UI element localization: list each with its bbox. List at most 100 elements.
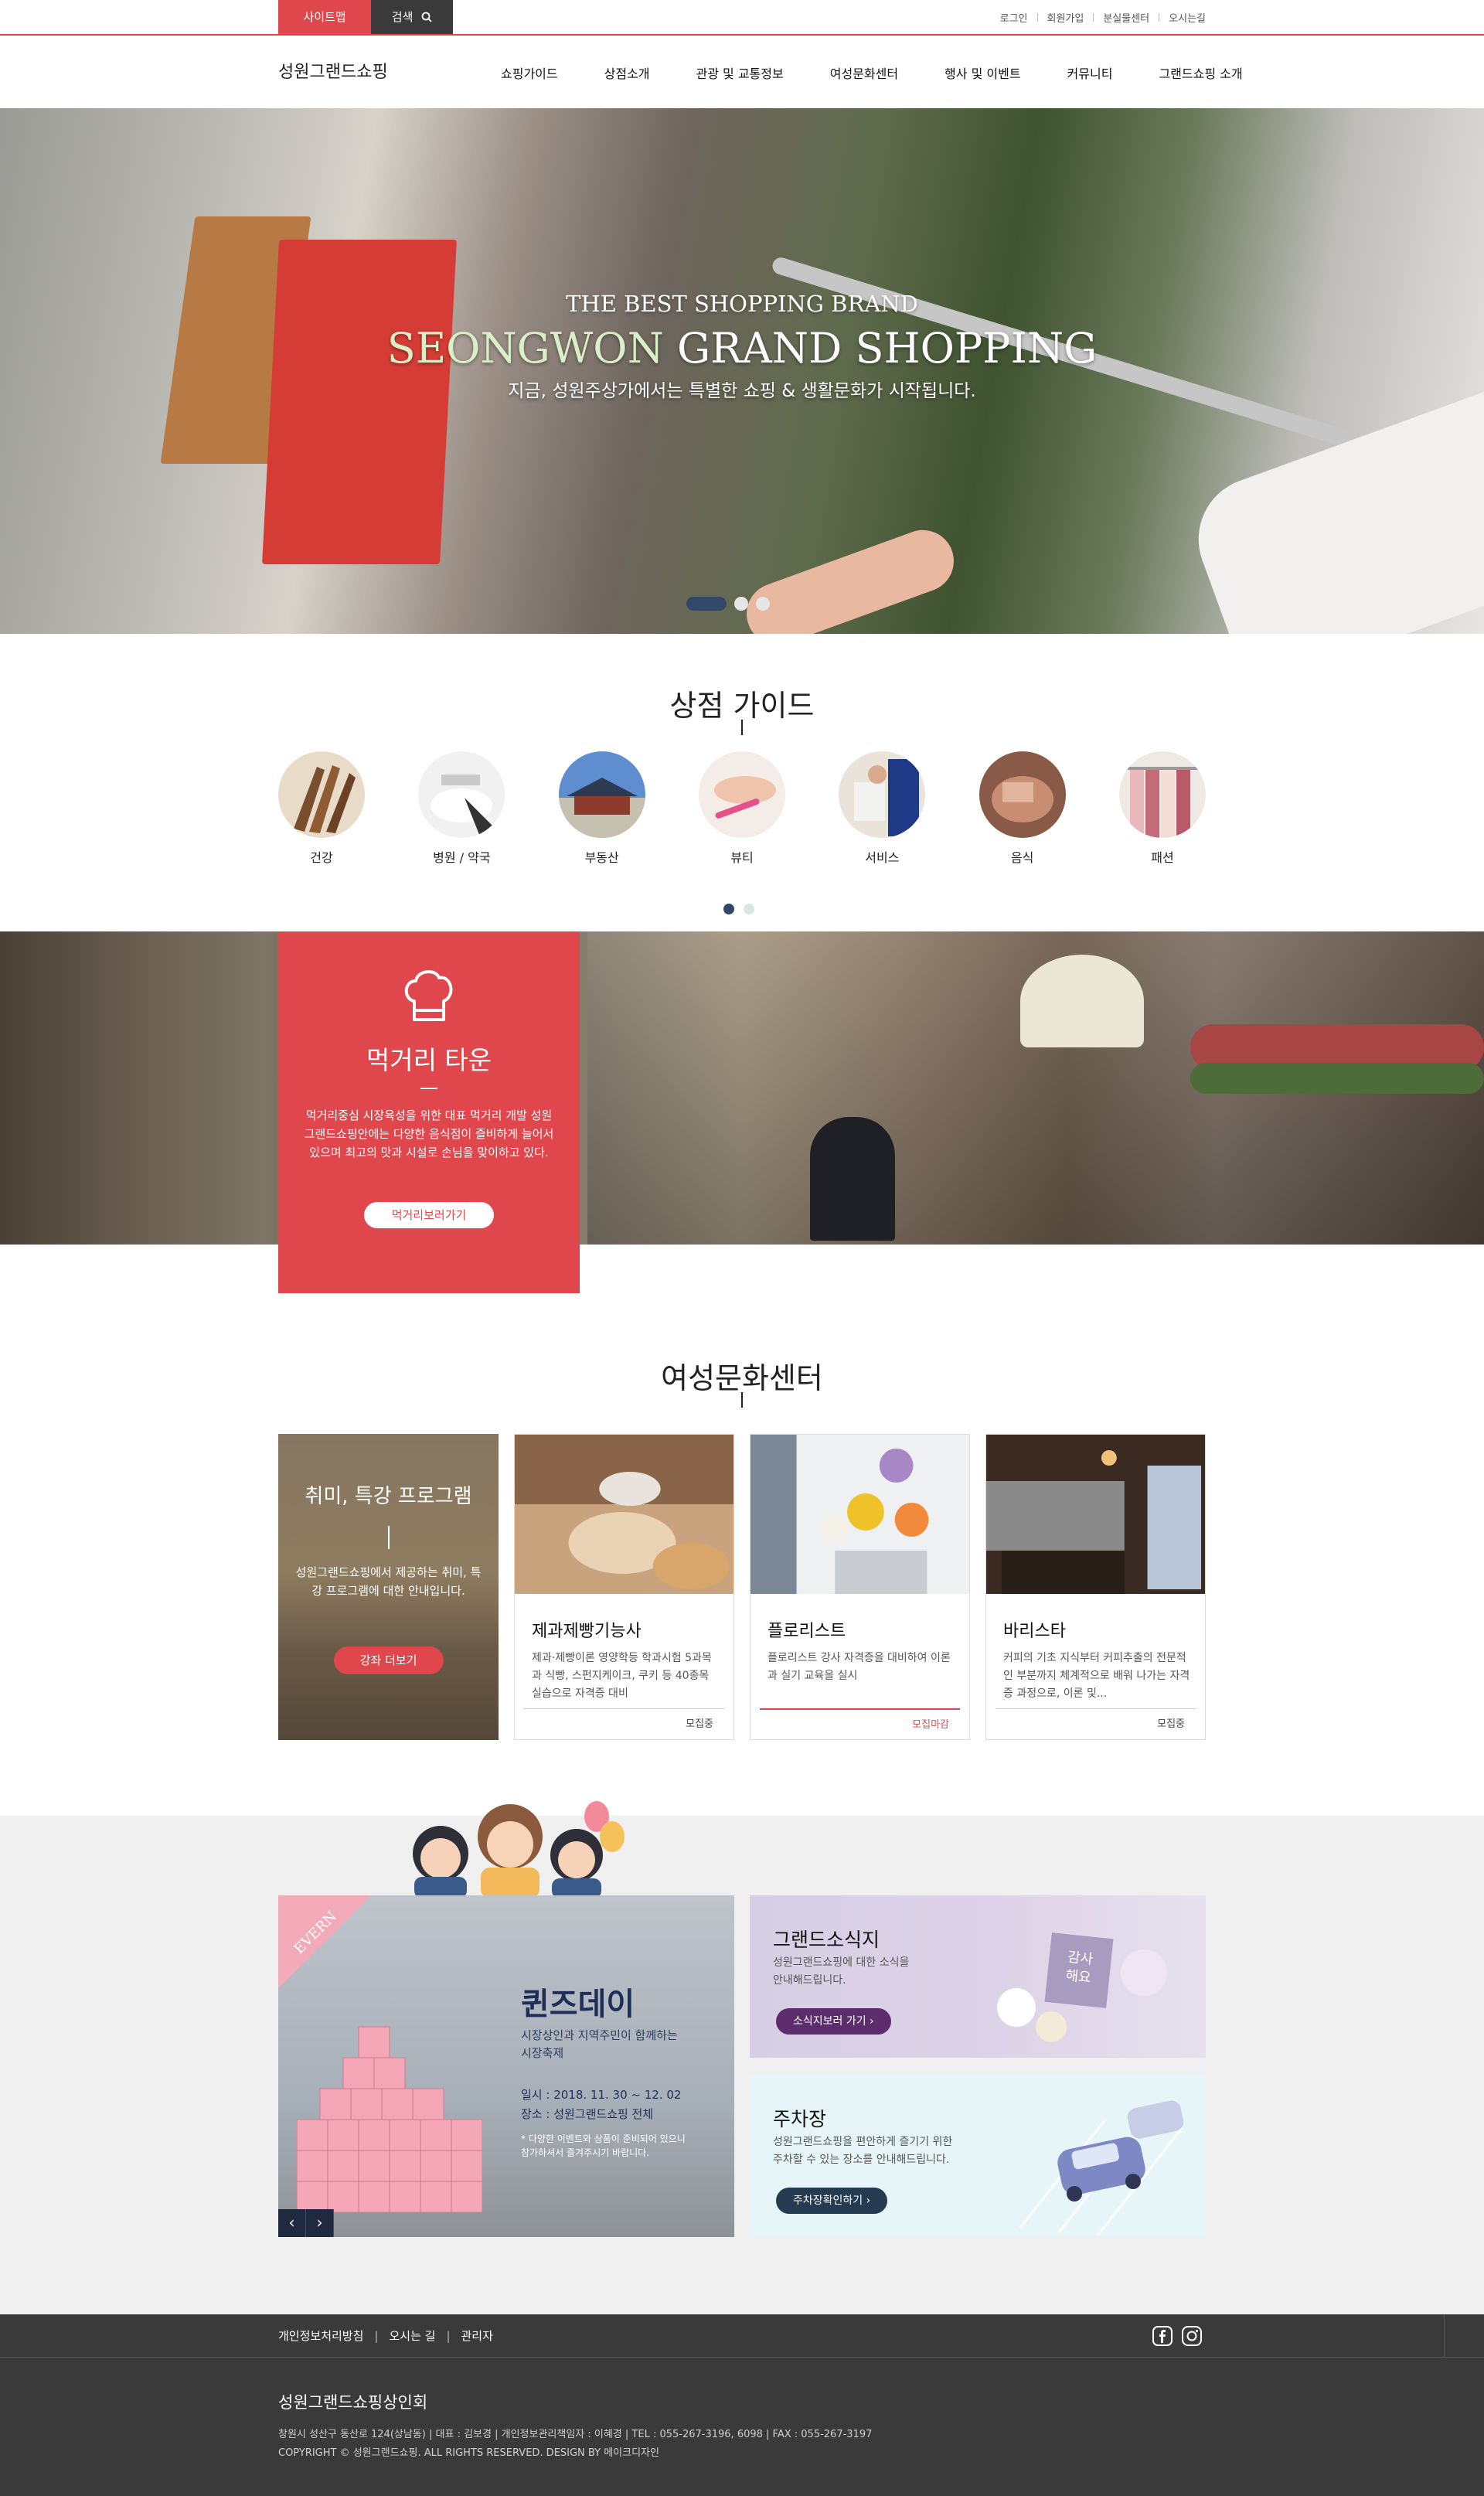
program-intro-title: 취미, 특강 프로그램 [305, 1485, 472, 1508]
menu-community[interactable]: 커뮤니티 [1044, 63, 1136, 82]
newsletter-banner: 감사 해요 그랜드소식지 성원그랜드쇼핑에 대한 소식을 안내해드립니다. 소식… [750, 1895, 1206, 2058]
hero-title: SEONGWON GRAND SHOPPING [0, 325, 1484, 373]
parking-title: 주차장 [773, 2108, 827, 2130]
course-photo-barista [986, 1435, 1205, 1594]
hero-photo-bag [261, 240, 458, 564]
women-center-cards: 취미, 특강 프로그램 성원그랜드쇼핑에서 제공하는 취미, 특강 프로그램에 … [278, 1434, 1206, 1740]
parking-desc: 성원그랜드쇼핑을 편안하게 즐기기 위한 주차할 수 있는 장소를 안내해드립니… [773, 2136, 953, 2166]
hero-text: THE BEST SHOPPING BRAND SEONGWON GRAND S… [0, 291, 1484, 402]
menu-women-culture[interactable]: 여성문화센터 [807, 63, 921, 82]
hero-dot[interactable] [734, 597, 748, 611]
program-intro-desc: 성원그랜드쇼핑에서 제공하는 취미, 특강 프로그램에 대한 안내입니다. [295, 1565, 482, 1598]
menu-tourism-transport[interactable]: 관광 및 교통정보 [673, 63, 807, 82]
guide-item-beauty[interactable]: 뷰티 [698, 751, 785, 866]
food-town-button[interactable]: 먹거리보러가기 [364, 1202, 494, 1228]
hero-dot[interactable] [756, 597, 770, 611]
gift-boxes-illustration [297, 2026, 482, 2213]
menu-store-intro[interactable]: 상점소개 [581, 63, 673, 82]
hero-title-accent: SEONGWON [386, 324, 664, 373]
guide-photo-beauty [698, 751, 785, 838]
top-bar: 사이트맵 검색 로그인 회원가입 분실물센터 오시는길 [0, 0, 1484, 36]
event-corner-ribbon [278, 1895, 371, 1988]
guide-photo-realestate [558, 751, 645, 838]
event-title: 퀸즈데이 [521, 1987, 635, 2022]
guide-photo-service [839, 751, 926, 838]
flower-illustration [997, 1988, 1036, 2027]
guide-photo-food [979, 751, 1066, 838]
menu-about[interactable]: 그랜드쇼핑 소개 [1135, 63, 1265, 82]
search-button[interactable]: 검색 [371, 0, 453, 34]
newsletter-title: 그랜드소식지 [773, 1929, 880, 1951]
hero-dot-active[interactable] [686, 597, 727, 611]
guide-item-health[interactable]: 건강 [278, 751, 365, 866]
utility-links: 로그인 회원가입 분실물센터 오시는길 [1000, 0, 1206, 34]
thanks-card-illustration: 감사 해요 [1044, 1932, 1114, 2008]
guide-title: 상점 가이드 [0, 682, 1484, 735]
hero-pager [686, 597, 770, 611]
food-town-desc: 먹거리중심 시장육성을 위한 대표 먹거리 개발 성원그랜드쇼핑안에는 다양한 … [304, 1108, 554, 1159]
food-town-banner [0, 931, 1484, 1245]
hero-title-rest: GRAND SHOPPING [663, 324, 1098, 373]
menu-events[interactable]: 행사 및 이벤트 [921, 63, 1044, 82]
program-intro-card: 취미, 특강 프로그램 성원그랜드쇼핑에서 제공하는 취미, 특강 프로그램에 … [278, 1434, 499, 1740]
guide-dot-active[interactable] [723, 904, 734, 914]
sitemap-button[interactable]: 사이트맵 [278, 0, 371, 34]
next-arrow-button[interactable]: › [306, 2209, 334, 2237]
guide-photo-hospital [418, 751, 505, 838]
lost-found-link[interactable]: 분실물센터 [1103, 10, 1149, 25]
newsletter-desc: 성원그랜드쇼핑에 대한 소식을 안내해드립니다. [773, 1956, 910, 1987]
page: { "topbar": { "sitemap": "사이트맵", "search… [0, 0, 1484, 2496]
food-photo-sign [810, 1117, 895, 1241]
flower-illustration [1121, 1949, 1167, 1996]
course-status: 모집중 [524, 1708, 724, 1739]
guide-dot[interactable] [744, 904, 754, 914]
newsletter-button[interactable]: 소식지보러 가기 › [776, 2008, 891, 2035]
more-courses-button[interactable]: 강좌 더보기 [333, 1646, 444, 1674]
guide-photo-health [278, 751, 365, 838]
facebook-icon[interactable] [1152, 2325, 1173, 2347]
guide-item-service[interactable]: 서비스 [839, 751, 926, 866]
event-subtitle: 시장상인과 지역주민이 함께하는 시장축제 [521, 2028, 678, 2060]
guide-item-realestate[interactable]: 부동산 [558, 751, 645, 866]
queens-day-event[interactable]: EVERN 퀸즈데이 시장상인과 지역주민이 함께하는 시장축제 일시 : 20… [278, 1895, 734, 2237]
signup-link[interactable]: 회원가입 [1047, 10, 1084, 25]
gnb-menu: 쇼핑가이드 상점소개 관광 및 교통정보 여성문화센터 행사 및 이벤트 커뮤니… [478, 37, 1266, 108]
guide-label: 뷰티 [730, 850, 754, 865]
guide-item-hospital[interactable]: 병원 / 약국 [418, 751, 505, 866]
parking-button[interactable]: 주차장확인하기 › [776, 2188, 888, 2214]
directions-link[interactable]: 오시는길 [1169, 10, 1206, 25]
divider [1444, 2314, 1445, 2358]
event-note: * 다양한 이벤트와 상품이 준비되어 있으니 참가하셔서 즐겨주시기 바랍니다… [521, 2133, 686, 2158]
instagram-icon[interactable] [1181, 2325, 1203, 2347]
guide-item-fashion[interactable]: 패션 [1118, 751, 1206, 866]
directions-footer-link[interactable]: 오시는 길 [389, 2314, 435, 2358]
footer-info: 성원그랜드쇼핑상인회 창원시 성산구 동산로 124(상남동) | 대표 : 김… [0, 2358, 1484, 2496]
guide-list: 건강 병원 / 약국 부동산 뷰티 서비스 음식 패션 [278, 751, 1206, 866]
divider [387, 1526, 390, 1549]
hero-banner: THE BEST SHOPPING BRAND SEONGWON GRAND S… [0, 108, 1484, 634]
course-card-florist[interactable]: 플로리스트 플로리스트 강사 자격증을 대비하여 이론과 실기 교육을 실시 모… [750, 1434, 970, 1740]
course-card-barista[interactable]: 바리스타 커피의 기초 지식부터 커피추출의 전문적인 부분까지 체계적으로 배… [985, 1434, 1206, 1740]
prev-arrow-button[interactable]: ‹ [278, 2209, 306, 2237]
course-title: 바리스타 [1003, 1622, 1066, 1641]
menu-shopping-guide[interactable]: 쇼핑가이드 [478, 63, 581, 82]
footer-links-bar: 개인정보처리방침 | 오시는 길 | 관리자 [0, 2314, 1484, 2358]
event-slider-controls: ‹ › [278, 2209, 334, 2237]
course-status: 모집마감 [760, 1708, 960, 1739]
footer-org-name: 성원그랜드쇼핑상인회 [278, 2393, 428, 2412]
site-logo[interactable]: 성원그랜드쇼핑 [278, 37, 388, 108]
course-desc: 플로리스트 강사 자격증을 대비하여 이론과 실기 교육을 실시 [768, 1652, 951, 1682]
food-town-title: 먹거리 타운 [278, 1040, 580, 1089]
food-photo-umbrella [1020, 955, 1144, 1047]
hero-eyebrow: THE BEST SHOPPING BRAND [566, 291, 918, 317]
search-icon [421, 12, 432, 22]
course-photo-bakery [515, 1435, 733, 1594]
login-link[interactable]: 로그인 [1000, 10, 1028, 25]
privacy-policy-link[interactable]: 개인정보처리방침 [278, 2314, 363, 2358]
admin-link[interactable]: 관리자 [461, 2314, 493, 2358]
guide-item-food[interactable]: 음식 [979, 751, 1066, 866]
search-label: 검색 [391, 10, 414, 24]
chef-hat-icon [404, 970, 453, 1021]
course-card-bakery[interactable]: 제과제빵기능사 제과·제빵이론 영양학등 학과시험 5과목과 식빵, 스펀지케이… [514, 1434, 734, 1740]
course-status: 모집중 [996, 1708, 1196, 1739]
